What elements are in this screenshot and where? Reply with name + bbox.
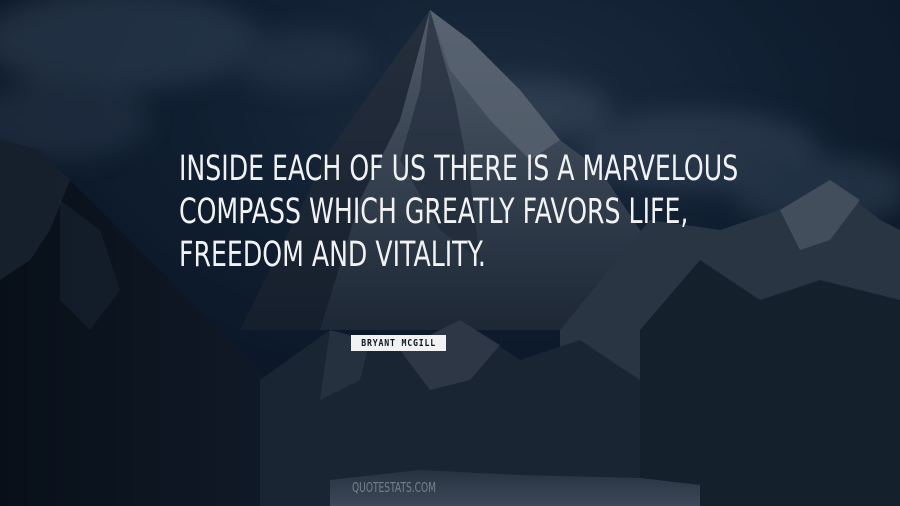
site-watermark: QUOTESTATS.COM bbox=[352, 481, 437, 496]
quote-card: INSIDE EACH OF US THERE IS A MARVELOUS C… bbox=[0, 0, 900, 506]
quote-line-1: INSIDE EACH OF US THERE IS A MARVELOUS bbox=[179, 149, 739, 189]
author-badge[interactable]: BRYANT MCGILL bbox=[351, 335, 446, 351]
author-name: BRYANT MCGILL bbox=[361, 337, 436, 349]
quote-line-2: COMPASS WHICH GREATLY FAVORS LIFE, bbox=[179, 192, 689, 232]
quote-text: INSIDE EACH OF US THERE IS A MARVELOUS C… bbox=[179, 148, 839, 277]
quote-line-3: FREEDOM AND VITALITY. bbox=[179, 235, 486, 275]
